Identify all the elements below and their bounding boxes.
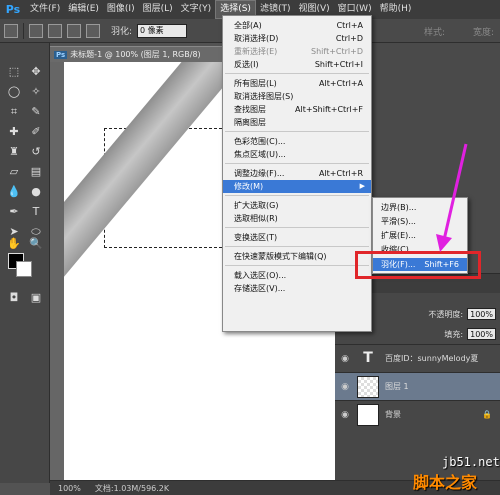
menu-item-reselect: 重新选择(E) Shift+Ctrl+D xyxy=(234,47,363,56)
hand-tool-icon[interactable]: ✋ xyxy=(4,235,24,253)
divider xyxy=(23,22,24,39)
menu-help[interactable]: 帮助(H) xyxy=(376,0,416,19)
layer-row[interactable]: ◉ T 百度ID：sunnyMelody夏 xyxy=(335,344,500,372)
healing-brush-icon[interactable]: ✚ xyxy=(4,123,24,141)
select-menu-dropdown: 全部(A) Ctrl+A 取消选择(D) Ctrl+D 重新选择(E) Shift+C… xyxy=(222,15,372,332)
watermark-text: 脚本之家 xyxy=(413,473,478,492)
menu-item-similar[interactable]: 选取相似(R) xyxy=(223,212,371,225)
photoshop-logo: Ps xyxy=(5,3,21,16)
document-tab[interactable]: Ps 未标题-1 @ 100% (图层 1, RGB/8) xyxy=(50,46,222,62)
document-title: 未标题-1 @ 100% (图层 1, RGB/8) xyxy=(70,50,201,59)
magic-wand-icon[interactable]: ✧ xyxy=(26,83,46,101)
zoom-tool-icon[interactable]: 🔍 xyxy=(26,235,46,253)
crop-tool-icon[interactable]: ⌗ xyxy=(4,103,24,121)
menu-separator xyxy=(225,246,369,247)
fill-input[interactable]: 100% xyxy=(467,328,496,340)
eraser-tool-icon[interactable]: ▱ xyxy=(4,163,24,181)
annotation-arrow-icon xyxy=(436,143,468,252)
menu-item-refine-edge[interactable]: 调整边缘(F)... Alt+Ctrl+R xyxy=(223,167,371,180)
type-tool-icon[interactable]: T xyxy=(26,203,46,221)
layer-name: 百度ID：sunnyMelody夏 xyxy=(385,354,479,363)
marquee-tool-icon[interactable]: ⬚ xyxy=(4,63,24,81)
tools-panel: ⬚ ✥ ◯ ✧ ⌗ ✎ ✚ ✐ ♜ ↺ ▱ ▤ 💧 ● ✒ T ➤ ⬭ ✋ 🔍 … xyxy=(0,43,50,483)
feather-input[interactable]: 0 像素 xyxy=(137,23,188,38)
intersect-selection-icon[interactable] xyxy=(86,23,100,38)
menu-image[interactable]: 图像(I) xyxy=(103,0,139,19)
layer-row-selected[interactable]: ◉ 图层 1 xyxy=(335,372,500,400)
menu-item-grow[interactable]: 扩大选取(G) xyxy=(223,199,371,212)
clone-stamp-icon[interactable]: ♜ xyxy=(4,143,24,161)
subtract-selection-icon[interactable] xyxy=(67,23,81,38)
layer-name: 图层 1 xyxy=(385,382,409,391)
lasso-tool-icon[interactable]: ◯ xyxy=(4,83,24,101)
dodge-tool-icon[interactable]: ● xyxy=(26,183,46,201)
menu-item-focus-area[interactable]: 焦点区域(U)... xyxy=(223,148,371,161)
menu-item-transform-selection[interactable]: 变换选区(T) xyxy=(223,231,371,244)
add-selection-icon[interactable] xyxy=(48,23,62,38)
lock-icon: 🔒 xyxy=(482,410,492,419)
layer-name: 背景 xyxy=(385,410,401,419)
screen-mode-icon[interactable]: ▣ xyxy=(26,289,46,307)
feather-label: 羽化: xyxy=(111,27,133,37)
style-label: 样式: xyxy=(423,28,445,38)
menu-item-deselect-layers[interactable]: 取消选择图层(S) xyxy=(223,90,371,103)
menu-edit[interactable]: 编辑(E) xyxy=(64,0,103,19)
watermark-site: jb51.net xyxy=(442,455,500,469)
new-selection-icon[interactable] xyxy=(29,23,43,38)
opacity-input[interactable]: 100% xyxy=(467,308,496,320)
menu-item-deselect[interactable]: 取消选择(D) Ctrl+D xyxy=(223,32,371,45)
document-size: 文档:1.03M/596.2K xyxy=(94,483,170,493)
layer-thumbnail xyxy=(357,403,379,426)
menu-item-quick-mask[interactable]: 在快速蒙版模式下编辑(Q) xyxy=(223,250,371,263)
menu-separator xyxy=(225,163,369,164)
menu-separator xyxy=(225,73,369,74)
menu-item-load-selection[interactable]: 载入选区(O)... xyxy=(223,269,371,282)
annotation-highlight-box xyxy=(355,251,481,279)
menu-item-all-layers[interactable]: 所有图层(L) Alt+Ctrl+A xyxy=(223,77,371,90)
text-layer-icon: T xyxy=(363,349,373,366)
menu-separator xyxy=(225,265,369,266)
layer-thumbnail xyxy=(357,375,379,398)
move-tool-icon[interactable]: ✥ xyxy=(26,63,46,81)
menu-item-inverse[interactable]: 反选(I) Shift+Ctrl+I xyxy=(223,58,371,71)
background-color-swatch[interactable] xyxy=(16,261,32,277)
eye-icon[interactable]: ◉ xyxy=(337,354,353,364)
eyedropper-icon[interactable]: ✎ xyxy=(26,103,46,121)
opacity-label: 不透明度: xyxy=(428,309,464,319)
menu-item-color-range[interactable]: 色彩范围(C)... xyxy=(223,135,371,148)
menu-separator xyxy=(225,195,369,196)
menu-item-save-selection[interactable]: 存储选区(V)... xyxy=(223,282,371,295)
brush-tool-icon[interactable]: ✐ xyxy=(26,123,46,141)
zoom-level: 100% xyxy=(58,483,81,493)
menu-item-modify[interactable]: 修改(M) ▶ xyxy=(223,180,371,193)
marquee-preset-icon[interactable] xyxy=(4,23,18,38)
menu-type[interactable]: 文字(Y) xyxy=(177,0,216,19)
layer-row[interactable]: ◉ 背景 🔒 xyxy=(335,400,500,428)
menu-item-select-all[interactable]: 全部(A) Ctrl+A xyxy=(223,19,371,32)
menu-item-find-layers[interactable]: 查找图层 Alt+Shift+Ctrl+F xyxy=(223,103,371,116)
ps-document-icon: Ps xyxy=(54,51,68,59)
eye-icon[interactable]: ◉ xyxy=(337,382,353,392)
fill-label: 填充: xyxy=(444,329,464,339)
menu-file[interactable]: 文件(F) xyxy=(26,0,64,19)
gradient-tool-icon[interactable]: ▤ xyxy=(26,163,46,181)
quick-mask-icon[interactable]: ◘ xyxy=(4,289,24,307)
menu-item-isolate-layers[interactable]: 隔离图层 xyxy=(223,116,371,129)
menu-layer[interactable]: 图层(L) xyxy=(139,0,177,19)
menu-separator xyxy=(225,227,369,228)
eye-icon[interactable]: ◉ xyxy=(337,410,353,420)
width-label: 宽度: xyxy=(472,28,494,38)
history-brush-icon[interactable]: ↺ xyxy=(26,143,46,161)
submenu-arrow-icon: ▶ xyxy=(359,182,365,190)
menu-separator xyxy=(225,131,369,132)
pen-tool-icon[interactable]: ✒ xyxy=(4,203,24,221)
blur-tool-icon[interactable]: 💧 xyxy=(4,183,24,201)
